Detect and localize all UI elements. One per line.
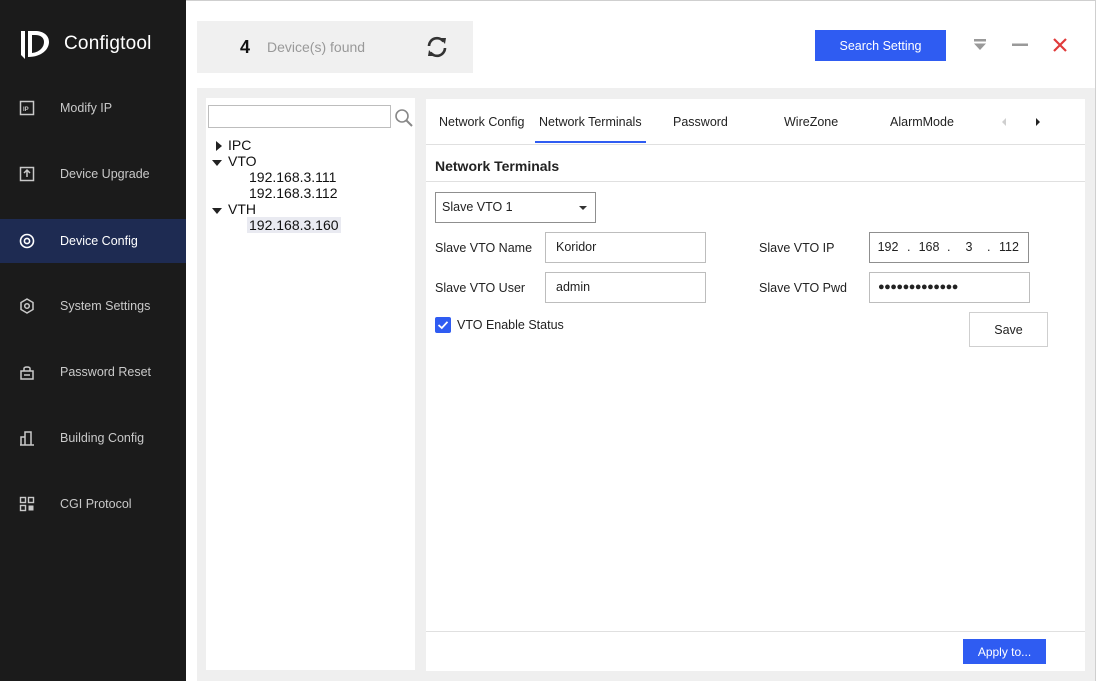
- config-panel: Network Config Network Terminals Passwor…: [426, 99, 1085, 671]
- configtool-logo-icon: [18, 27, 52, 61]
- sidebar-item-modify-ip[interactable]: IP Modify IP: [0, 86, 186, 130]
- config-target-icon: [19, 233, 35, 249]
- apply-to-button[interactable]: Apply to...: [963, 639, 1046, 664]
- tree-collapse-icon[interactable]: [212, 157, 222, 167]
- tab-network-terminals[interactable]: Network Terminals: [535, 115, 646, 143]
- tree-search-input[interactable]: [208, 105, 391, 128]
- slave-vto-ip-input[interactable]: 192 . 168 . 3 . 112: [869, 232, 1029, 263]
- slave-vto-select[interactable]: Slave VTO 1: [435, 192, 596, 223]
- ip-icon: IP: [19, 100, 35, 116]
- slave-vto-select-value: Slave VTO 1: [442, 200, 513, 214]
- upgrade-icon: [19, 166, 35, 182]
- ip-dot: .: [907, 240, 911, 254]
- tree-collapse-icon[interactable]: [212, 205, 222, 215]
- tree-item-device-selected[interactable]: 192.168.3.160: [247, 217, 341, 233]
- sidebar-item-label: Password Reset: [60, 365, 152, 379]
- tab-wirezone[interactable]: WireZone: [784, 115, 838, 129]
- chevron-down-icon: [579, 206, 587, 210]
- sidebar: Configtool IP Modify IP Device Upgrade D…: [0, 0, 186, 681]
- sidebar-item-label: Device Config: [60, 234, 138, 248]
- search-icon[interactable]: [394, 108, 414, 128]
- section-title: Network Terminals: [435, 158, 560, 174]
- slave-vto-user-input[interactable]: admin: [545, 272, 706, 303]
- devices-found-label: Device(s) found: [267, 39, 366, 55]
- device-count: 4: [240, 36, 251, 57]
- ip-octet[interactable]: 112: [995, 240, 1023, 254]
- tab-bar: Network Config Network Terminals Passwor…: [426, 99, 1085, 145]
- sidebar-item-label: Modify IP: [60, 101, 113, 115]
- sidebar-item-label: System Settings: [60, 299, 151, 313]
- hexagon-settings-icon: [19, 298, 35, 314]
- tab-password[interactable]: Password: [673, 115, 728, 129]
- lock-icon: [19, 364, 35, 380]
- vto-enable-checkbox[interactable]: [435, 317, 451, 333]
- tree-group-ipc[interactable]: IPC: [228, 137, 251, 153]
- slave-vto-name-label: Slave VTO Name: [435, 241, 533, 255]
- app-title: Configtool: [64, 33, 152, 54]
- sidebar-item-label: Building Config: [60, 431, 145, 445]
- slave-vto-user-label: Slave VTO User: [435, 281, 526, 295]
- vto-enable-label: VTO Enable Status: [457, 318, 564, 332]
- sidebar-item-device-upgrade[interactable]: Device Upgrade: [0, 152, 186, 196]
- sidebar-item-password-reset[interactable]: Password Reset: [0, 350, 186, 394]
- tree-group-vto[interactable]: VTO: [228, 153, 257, 169]
- divider: [426, 181, 1085, 182]
- tree-item-device[interactable]: 192.168.3.112: [249, 185, 338, 201]
- tab-alarmmode[interactable]: AlarmMode: [890, 115, 954, 129]
- slave-vto-pwd-input[interactable]: ●●●●●●●●●●●●●: [869, 272, 1030, 303]
- close-icon[interactable]: [1050, 35, 1070, 55]
- tab-scroll-left-icon[interactable]: [999, 116, 1009, 126]
- sidebar-item-device-config[interactable]: Device Config: [0, 219, 186, 263]
- devices-found-box: 4 Device(s) found: [197, 21, 473, 73]
- sidebar-item-label: Device Upgrade: [60, 167, 150, 181]
- ip-octet[interactable]: 3: [955, 240, 983, 254]
- ip-dot: .: [947, 240, 951, 254]
- save-button[interactable]: Save: [969, 312, 1048, 347]
- ip-octet[interactable]: 192: [874, 240, 902, 254]
- ip-dot: .: [987, 240, 991, 254]
- tree-group-vth[interactable]: VTH: [228, 201, 256, 217]
- sidebar-item-building-config[interactable]: Building Config: [0, 416, 186, 460]
- building-icon: [19, 430, 35, 446]
- tab-network-config[interactable]: Network Config: [439, 115, 524, 129]
- ip-octet[interactable]: 168: [915, 240, 943, 254]
- slave-vto-ip-label: Slave VTO IP: [759, 241, 835, 255]
- tab-scroll-right-icon[interactable]: [1033, 116, 1043, 126]
- sidebar-item-cgi-protocol[interactable]: CGI Protocol: [0, 482, 186, 526]
- svg-text:IP: IP: [23, 107, 29, 113]
- grid-icon: [19, 496, 35, 512]
- search-setting-button[interactable]: Search Setting: [815, 30, 946, 61]
- slave-vto-name-input[interactable]: Koridor: [545, 232, 706, 263]
- tab-scroll-area: [977, 99, 1085, 144]
- sidebar-item-label: CGI Protocol: [60, 497, 132, 511]
- sidebar-item-system-settings[interactable]: System Settings: [0, 284, 186, 328]
- tree-expand-icon[interactable]: [214, 140, 224, 151]
- refresh-icon[interactable]: [425, 35, 449, 59]
- divider: [426, 631, 1085, 632]
- slave-vto-pwd-label: Slave VTO Pwd: [759, 281, 848, 295]
- device-tree-panel: IPC VTO 192.168.3.111 192.168.3.112 VTH …: [206, 98, 415, 670]
- dropdown-menu-icon[interactable]: [970, 35, 990, 55]
- tree-item-device[interactable]: 192.168.3.111: [249, 169, 336, 185]
- minimize-icon[interactable]: [1010, 35, 1030, 55]
- brand: Configtool: [18, 26, 152, 62]
- main-window: 4 Device(s) found Search Setting IPC VTO…: [186, 0, 1096, 681]
